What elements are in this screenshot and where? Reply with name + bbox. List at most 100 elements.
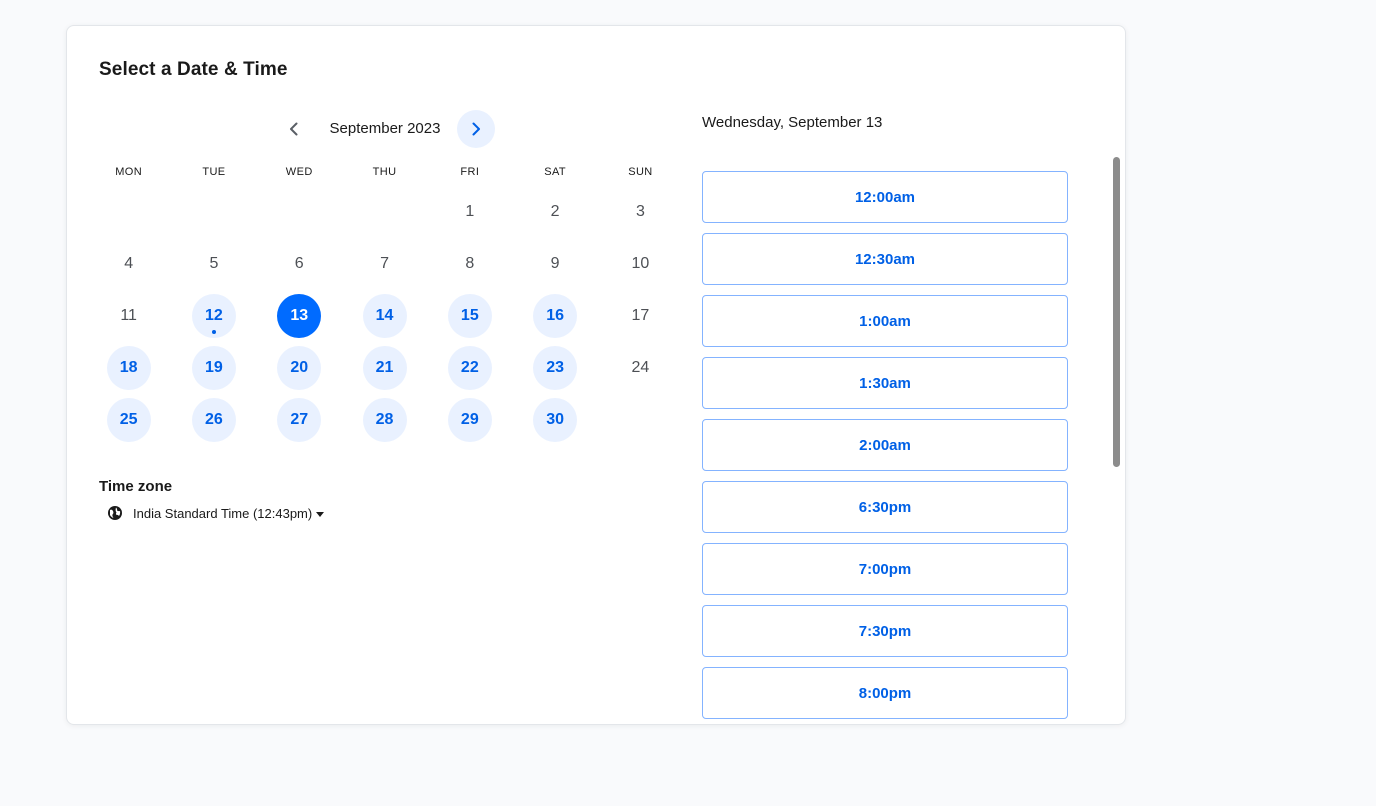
weekday-tue: TUE <box>202 166 226 178</box>
weekday-header: MON TUE WED THU FRI SAT SUN <box>86 166 683 186</box>
calendar-day-17: 17 <box>598 290 683 342</box>
day-number: 25 <box>106 398 151 442</box>
time-slot-button[interactable]: 12:00am <box>702 171 1068 223</box>
time-slot-button[interactable]: 8:00pm <box>702 667 1068 719</box>
day-number: 8 <box>465 255 475 272</box>
calendar-day-15[interactable]: 15 <box>427 290 512 342</box>
day-number: 24 <box>631 359 650 376</box>
calendar-day-26[interactable]: 26 <box>171 394 256 446</box>
day-number: 28 <box>362 398 407 442</box>
day-number: 29 <box>447 398 492 442</box>
calendar-week: 18 19 20 21 22 23 24 <box>86 342 683 394</box>
calendar-day-18[interactable]: 18 <box>86 342 171 394</box>
calendar-day-13[interactable]: 13 <box>257 290 342 342</box>
time-slot-button[interactable]: 6:30pm <box>702 481 1068 533</box>
calendar-day-12[interactable]: 12 <box>171 290 256 342</box>
day-number: 2 <box>550 203 560 220</box>
calendar-week: 4 5 6 7 8 9 10 <box>86 238 683 290</box>
today-indicator-dot <box>211 330 216 334</box>
previous-month-button[interactable] <box>275 110 313 148</box>
day-number: 10 <box>631 255 650 272</box>
calendar-day-20[interactable]: 20 <box>257 342 342 394</box>
day-number: 22 <box>447 346 492 390</box>
calendar-day-3: 3 <box>598 186 683 238</box>
day-number: 23 <box>533 346 578 390</box>
day-number: 9 <box>550 255 560 272</box>
weekday-wed: WED <box>285 166 313 178</box>
weekday-sat: SAT <box>544 166 567 178</box>
time-slot-button[interactable]: 1:30am <box>702 357 1068 409</box>
calendar-day-14[interactable]: 14 <box>342 290 427 342</box>
scrollbar[interactable] <box>1113 157 1120 467</box>
calendar-day-8: 8 <box>427 238 512 290</box>
calendar-day-4: 4 <box>86 238 171 290</box>
calendar-weeks: 1 2 3 4 5 6 7 8 9 10 11 12 13 14 15 16 17 18 19 20 21 22 23 24 2… <box>86 186 683 446</box>
calendar-day-22[interactable]: 22 <box>427 342 512 394</box>
day-number: 6 <box>294 255 304 272</box>
calendar-day-28[interactable]: 28 <box>342 394 427 446</box>
weekday-thu: THU <box>372 166 397 178</box>
weekday-fri: FRI <box>460 166 480 178</box>
day-number: 16 <box>533 294 578 338</box>
globe-icon <box>108 506 122 520</box>
day-number: 7 <box>380 255 389 272</box>
calendar-week: 25 26 27 28 29 30 <box>86 394 683 446</box>
day-number: 15 <box>447 294 492 338</box>
calendar-day-24: 24 <box>598 342 683 394</box>
calendar-day-9: 9 <box>512 238 597 290</box>
calendar-day-empty <box>171 186 256 238</box>
day-number: 1 <box>465 203 475 220</box>
time-slot-list: 12:00am 12:30am 1:00am 1:30am 2:00am 6:30pm 7:… <box>702 171 1068 724</box>
calendar-day-10: 10 <box>598 238 683 290</box>
calendar-day-16[interactable]: 16 <box>512 290 597 342</box>
weekday-sun: SUN <box>628 166 653 178</box>
next-month-button[interactable] <box>457 110 495 148</box>
calendar-day-25[interactable]: 25 <box>86 394 171 446</box>
month-navigation: September 2023 <box>281 110 497 148</box>
scheduling-card: Select a Date & Time September 2023 MON T… <box>66 25 1126 725</box>
timezone-select[interactable]: India Standard Time (12:43pm) <box>107 505 325 521</box>
calendar-day-23[interactable]: 23 <box>512 342 597 394</box>
calendar-day-empty <box>598 394 683 446</box>
calendar-week: 1 2 3 <box>86 186 683 238</box>
chevron-right-icon <box>472 122 480 136</box>
calendar-day-29[interactable]: 29 <box>427 394 512 446</box>
calendar-day-30[interactable]: 30 <box>512 394 597 446</box>
calendar-day-21[interactable]: 21 <box>342 342 427 394</box>
day-number: 21 <box>362 346 407 390</box>
day-number: 3 <box>635 203 645 220</box>
calendar-day-27[interactable]: 27 <box>257 394 342 446</box>
timezone-label: Time zone <box>99 478 173 495</box>
selected-date-heading: Wednesday, September 13 <box>702 114 883 131</box>
caret-down-icon <box>316 511 325 517</box>
day-number: 5 <box>209 255 219 272</box>
day-number: 14 <box>362 294 407 338</box>
time-slot-button[interactable]: 7:30pm <box>702 605 1068 657</box>
calendar-day-empty <box>257 186 342 238</box>
calendar-day-2: 2 <box>512 186 597 238</box>
timezone-value: India Standard Time (12:43pm) <box>133 506 325 521</box>
time-slot-button[interactable]: 1:00am <box>702 295 1068 347</box>
calendar-day-5: 5 <box>171 238 256 290</box>
time-slot-button[interactable]: 2:00am <box>702 419 1068 471</box>
calendar-day-11: 11 <box>86 290 171 342</box>
calendar-day-6: 6 <box>257 238 342 290</box>
day-number: 11 <box>120 307 137 324</box>
time-slot-button[interactable]: 12:30am <box>702 233 1068 285</box>
page-title: Select a Date & Time <box>99 59 288 80</box>
day-number: 18 <box>106 346 151 390</box>
day-number: 30 <box>533 398 578 442</box>
day-number: 13 <box>277 294 322 338</box>
calendar-day-19[interactable]: 19 <box>171 342 256 394</box>
time-slot-button[interactable]: 7:00pm <box>702 543 1068 595</box>
calendar-day-1: 1 <box>427 186 512 238</box>
calendar-day-empty <box>86 186 171 238</box>
month-label: September 2023 <box>329 120 441 137</box>
day-number: 20 <box>277 346 322 390</box>
day-number: 27 <box>277 398 322 442</box>
weekday-mon: MON <box>115 166 143 178</box>
day-number: 4 <box>124 255 134 272</box>
calendar-grid: MON TUE WED THU FRI SAT SUN 1 2 3 4 5 6 7 8 9 10 11 12 13 1… <box>86 166 683 446</box>
day-number: 26 <box>191 398 236 442</box>
calendar-week: 11 12 13 14 15 16 17 <box>86 290 683 342</box>
